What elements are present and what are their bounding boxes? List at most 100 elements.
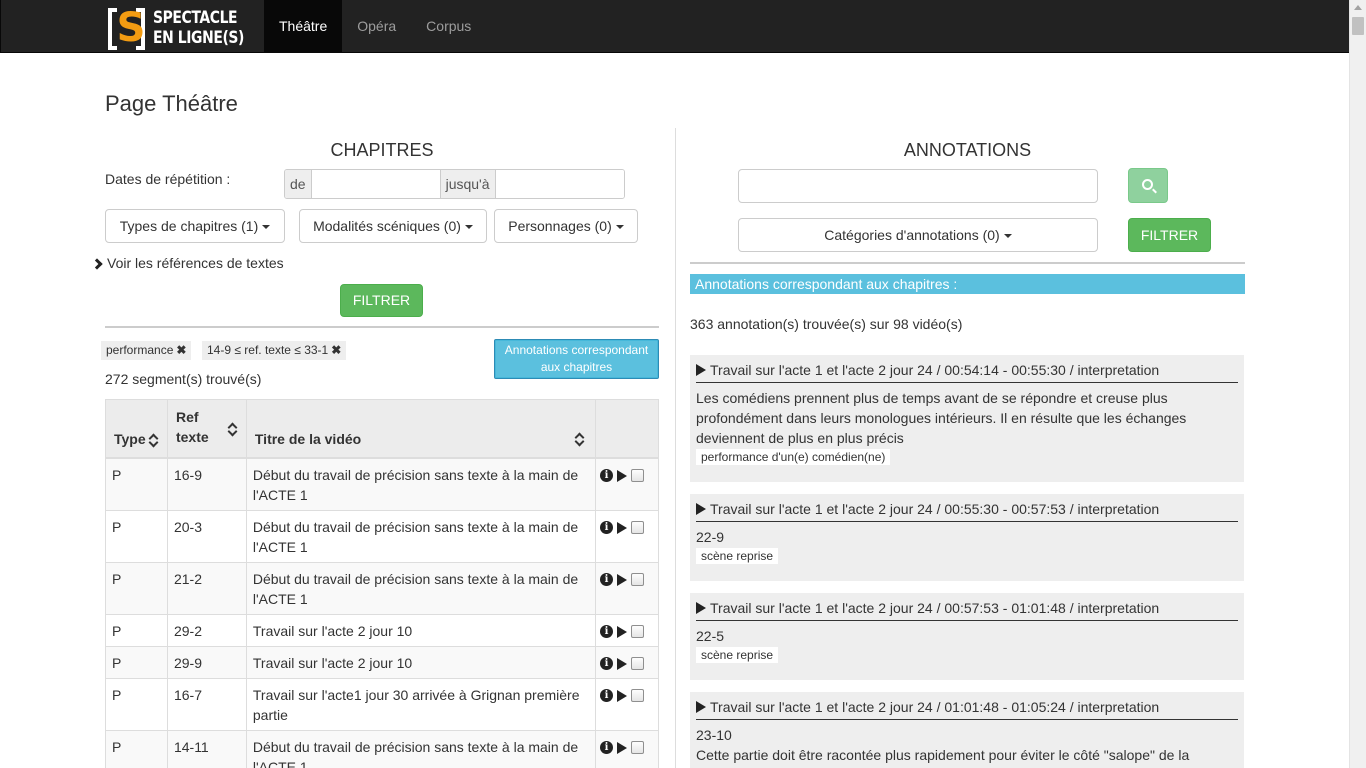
annotation-tag: scène reprise (696, 647, 779, 663)
cell-type: P (105, 561, 168, 615)
column-divider (675, 128, 676, 768)
info-icon[interactable]: i (600, 469, 613, 483)
table-row: P 16-9 Début du travail de précision san… (105, 457, 659, 511)
row-checkbox[interactable] (631, 689, 644, 703)
annotations-filter-button[interactable]: FILTRER (1128, 218, 1211, 252)
row-checkbox[interactable] (631, 521, 644, 535)
date-to-input[interactable] (495, 170, 624, 198)
sort-icon[interactable] (148, 433, 157, 446)
info-icon[interactable]: i (600, 741, 613, 755)
play-icon[interactable] (617, 741, 627, 754)
date-range: de jusqu'à (284, 169, 625, 199)
play-icon[interactable] (696, 701, 706, 713)
annotation-header[interactable]: Travail sur l'acte 1 et l'acte 2 jour 24… (696, 599, 1238, 621)
cell-type: P (105, 509, 168, 563)
date-from-input[interactable] (311, 170, 440, 198)
cell-title: Travail sur l'acte 2 jour 10 (245, 645, 597, 679)
table-row: P 29-2 Travail sur l'acte 2 jour 10 i (105, 613, 659, 647)
cell-type: P (105, 677, 168, 731)
cell-ref: 16-7 (166, 677, 247, 731)
sort-icon[interactable] (574, 432, 583, 445)
play-icon[interactable] (696, 602, 706, 614)
cell-type: P (105, 613, 168, 647)
refs-toggle[interactable]: Voir les références de textes (91, 255, 284, 271)
scroll-thumb[interactable] (1352, 17, 1364, 35)
play-icon[interactable] (617, 469, 627, 482)
remove-tag-icon[interactable]: ✖ (176, 343, 186, 357)
scroll-up-icon[interactable] (1354, 5, 1362, 10)
row-checkbox[interactable] (631, 657, 644, 671)
table-row: P 29-9 Travail sur l'acte 2 jour 10 i (105, 645, 659, 679)
annotation-header[interactable]: Travail sur l'acte 1 et l'acte 2 jour 24… (696, 698, 1238, 720)
info-icon[interactable]: i (600, 689, 613, 703)
annotation-card: Travail sur l'acte 1 et l'acte 2 jour 24… (690, 593, 1244, 680)
play-icon[interactable] (617, 689, 627, 702)
brand-logo[interactable]: S SPECTACLE EN LIGNE(S) (106, 2, 264, 53)
cell-type: P (105, 645, 168, 679)
table-row: P 14-11 Début du travail de précision sa… (105, 729, 659, 768)
nav-corpus[interactable]: Corpus (411, 0, 486, 52)
chapitres-filter-button[interactable]: FILTRER (340, 284, 423, 317)
annotations-info-bar: Annotations correspondant aux chapitres … (690, 274, 1245, 294)
annotations-search-input[interactable] (738, 169, 1098, 203)
search-button[interactable] (1128, 168, 1168, 203)
row-checkbox[interactable] (631, 625, 644, 639)
cell-ref: 20-3 (166, 509, 247, 563)
page-title: Page Théâtre (105, 91, 238, 116)
chapitres-title: CHAPITRES (330, 140, 434, 160)
chevron-right-icon (91, 258, 103, 270)
categories-dropdown[interactable]: Catégories d'annotations (0) (738, 218, 1098, 252)
types-chapitres-dropdown[interactable]: Types de chapitres (1) (105, 209, 285, 243)
play-icon[interactable] (617, 521, 627, 534)
play-icon[interactable] (617, 657, 627, 670)
annotation-tag: scène reprise (696, 548, 779, 564)
row-checkbox[interactable] (631, 573, 644, 587)
info-icon[interactable]: i (600, 573, 613, 587)
col-type[interactable]: Type (105, 399, 168, 459)
annotation-header[interactable]: Travail sur l'acte 1 et l'acte 2 jour 24… (696, 500, 1238, 522)
nav-theatre[interactable]: Théâtre (264, 0, 343, 52)
cell-ref: 14-11 (166, 729, 247, 768)
vertical-scrollbar[interactable] (1349, 0, 1366, 768)
row-checkbox[interactable] (631, 741, 644, 755)
nav-opera[interactable]: Opéra (342, 0, 411, 52)
col-ref[interactable]: Ref texte (166, 399, 247, 459)
col-titre[interactable]: Titre de la vidéo (245, 399, 597, 459)
info-icon[interactable]: i (600, 657, 613, 671)
play-icon[interactable] (617, 573, 627, 586)
cell-title: Travail sur l'acte 2 jour 10 (245, 613, 597, 647)
cell-title: Début du travail de précision sans texte… (245, 457, 597, 511)
filter-tag-ref-range[interactable]: 14-9 ≤ ref. texte ≤ 33-1 ✖ (202, 341, 347, 360)
cell-ref: 29-9 (166, 645, 247, 679)
table-row: P 16-7 Travail sur l'acte1 jour 30 arriv… (105, 677, 659, 731)
dates-label: Dates de répétition : (105, 171, 231, 187)
play-icon[interactable] (696, 503, 706, 515)
navbar: S SPECTACLE EN LIGNE(S) Théâtre Opéra Co… (0, 0, 1349, 53)
personnages-dropdown[interactable]: Personnages (0) (494, 209, 638, 243)
filter-tag-performance[interactable]: performance ✖ (101, 341, 192, 360)
modalites-dropdown[interactable]: Modalités scéniques (0) (299, 209, 487, 243)
cell-ref: 29-2 (166, 613, 247, 647)
row-checkbox[interactable] (631, 469, 644, 483)
annotation-card: Travail sur l'acte 1 et l'acte 2 jour 24… (690, 355, 1244, 482)
cell-title: Début du travail de précision sans texte… (245, 561, 597, 615)
logo-mark: S (106, 5, 147, 51)
play-icon[interactable] (696, 364, 706, 376)
info-icon[interactable]: i (600, 521, 613, 535)
cell-title: Travail sur l'acte1 jour 30 arrivée à Gr… (245, 677, 597, 731)
play-icon[interactable] (617, 625, 627, 638)
annotation-tag: performance d'un(e) comédien(ne) (696, 449, 891, 465)
info-icon[interactable]: i (600, 625, 613, 639)
cell-type: P (105, 457, 168, 511)
de-addon: de (285, 170, 312, 198)
sort-icon[interactable] (227, 422, 236, 435)
cell-type: P (105, 729, 168, 768)
remove-tag-icon[interactable]: ✖ (331, 343, 341, 357)
annotation-header[interactable]: Travail sur l'acte 1 et l'acte 2 jour 24… (696, 361, 1238, 383)
cell-title: Début du travail de précision sans texte… (245, 509, 597, 563)
annotations-correspondant-button[interactable]: Annotations correspondant aux chapitres (494, 339, 659, 379)
annotations-count: 363 annotation(s) trouvée(s) sur 98 vidé… (690, 316, 963, 332)
divider (690, 262, 1245, 264)
table-row: P 20-3 Début du travail de précision san… (105, 509, 659, 563)
chapitres-table: Type Ref texte Titre de la vidéo P 16-9 … (105, 399, 659, 768)
